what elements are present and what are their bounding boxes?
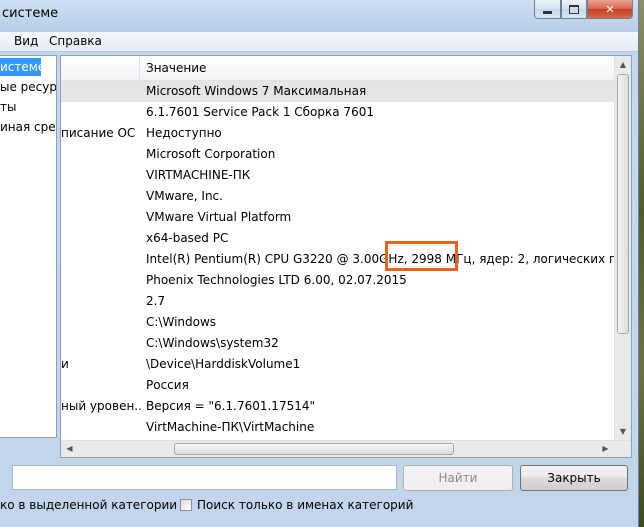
horizontal-scroll-thumb[interactable] (174, 443, 454, 455)
table-row[interactable]: Россия (61, 375, 615, 396)
close-window-button[interactable]: ✕ (587, 0, 633, 19)
tree-item-software-environment[interactable]: иная сред (0, 118, 56, 136)
category-tree[interactable]: истеме ые ресурс ты иная сред (0, 55, 57, 438)
row-value: C:\Windows (146, 315, 217, 329)
table-row[interactable]: Microsoft Corporation (61, 144, 615, 165)
menu-bar: Вид Справка (0, 31, 638, 52)
row-value: VMware Virtual Platform (146, 210, 292, 224)
table-row[interactable]: VirtMachine-ПК\VirtMachine (61, 417, 615, 438)
row-value: Недоступно (146, 126, 222, 140)
row-value: C:\Windows\system32 (146, 336, 279, 350)
row-value: Intel(R) Pentium(R) CPU G3220 @ 3.00GHz,… (146, 252, 614, 266)
row-value: Phoenix Technologies LTD 6.00, 02.07.201… (146, 273, 407, 287)
list-header: Значение (61, 56, 615, 81)
find-button-label: Найти (438, 471, 478, 485)
horizontal-scrollbar[interactable]: ◀ ▶ (61, 440, 631, 457)
minimize-button[interactable] (534, 0, 561, 19)
cpu-frequency-highlight (385, 241, 458, 271)
row-value: Версия = "6.1.7601.17514" (146, 399, 315, 413)
vertical-scroll-thumb[interactable] (617, 74, 629, 334)
close-search-button[interactable]: Закрыть (520, 465, 628, 491)
scroll-right-icon[interactable]: ▶ (597, 441, 614, 457)
search-selected-category-label[interactable]: ко в выделенной категории (0, 498, 177, 512)
minimize-icon (543, 10, 552, 14)
find-button[interactable]: Найти (403, 465, 513, 491)
table-row[interactable]: Intel(R) Pentium(R) CPU G3220 @ 3.00GHz,… (61, 249, 615, 270)
tree-item-components[interactable]: ты (0, 98, 16, 116)
row-value: x64-based PC (146, 231, 229, 245)
row-name: и (61, 357, 69, 371)
row-value: 6.1.7601 Service Pack 1 Сборка 7601 (146, 105, 374, 119)
window-title: системе (2, 6, 59, 21)
scroll-left-icon[interactable]: ◀ (61, 441, 78, 457)
row-value: VIRTMACHINE-ПК (146, 168, 251, 182)
table-row[interactable]: 2.7 (61, 291, 615, 312)
names-only-checkbox[interactable] (180, 499, 192, 511)
table-row[interactable]: и \Device\HarddiskVolume1 (61, 354, 615, 375)
title-bar[interactable]: системе ✕ (0, 0, 638, 28)
maximize-icon (569, 4, 579, 14)
row-value: VMware, Inc. (146, 189, 223, 203)
close-icon: ✕ (605, 2, 615, 16)
details-list[interactable]: Значение Microsoft Windows 7 Максимальна… (60, 55, 632, 458)
tree-item-hardware-resources[interactable]: ые ресурс (0, 78, 56, 96)
row-value: VirtMachine-ПК\VirtMachine (146, 420, 315, 434)
scroll-up-icon[interactable]: ▲ (615, 56, 631, 73)
row-value: Россия (146, 378, 189, 392)
table-row[interactable]: ный уровен... Версия = "6.1.7601.17514" (61, 396, 615, 417)
table-row[interactable]: 6.1.7601 Service Pack 1 Сборка 7601 (61, 102, 615, 123)
row-value: Microsoft Windows 7 Максимальная (146, 84, 367, 98)
menu-help[interactable]: Справка (49, 34, 102, 48)
scroll-down-icon[interactable]: ▼ (615, 423, 631, 440)
system-information-window: системе ✕ Вид Справка истеме ые ресурс т… (0, 0, 639, 527)
menu-view[interactable]: Вид (14, 34, 38, 48)
column-header-value[interactable]: Значение (146, 61, 206, 75)
row-value: 2.7 (146, 294, 166, 308)
tree-item-system-summary[interactable]: истеме (0, 58, 45, 76)
table-row[interactable]: VIRTMACHINE-ПК (61, 165, 615, 186)
row-value: \Device\HarddiskVolume1 (146, 357, 301, 371)
table-row[interactable]: Phoenix Technologies LTD 6.00, 02.07.201… (61, 270, 615, 291)
maximize-button[interactable] (561, 0, 587, 19)
table-row[interactable]: x64-based PC (61, 228, 615, 249)
names-only-label[interactable]: Поиск только в именах категорий (197, 498, 413, 512)
table-row[interactable]: C:\Windows\system32 (61, 333, 615, 354)
vertical-scrollbar[interactable]: ▲ ▼ (614, 56, 631, 440)
column-separator[interactable] (139, 56, 140, 80)
table-row[interactable]: Microsoft Windows 7 Максимальная (61, 81, 615, 102)
search-input[interactable] (12, 465, 397, 490)
row-value: Microsoft Corporation (146, 147, 276, 161)
table-row[interactable]: писание ОС Недоступно (61, 123, 615, 144)
table-row[interactable]: VMware Virtual Platform (61, 207, 615, 228)
table-row[interactable]: VMware, Inc. (61, 186, 615, 207)
close-search-button-label: Закрыть (547, 471, 601, 485)
table-row[interactable]: C:\Windows (61, 312, 615, 333)
row-name: ный уровен... (61, 399, 141, 413)
row-name: писание ОС (61, 126, 136, 140)
